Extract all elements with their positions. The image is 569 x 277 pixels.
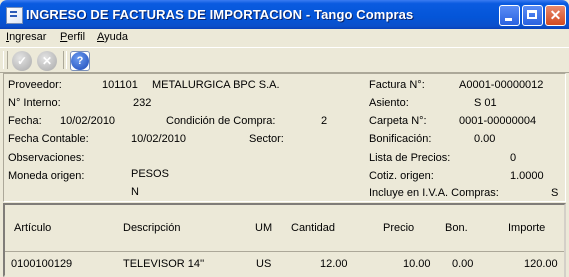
proveedor-codigo[interactable]: 101101 <box>102 79 138 91</box>
help-icon: ? <box>71 52 89 70</box>
cell-precio[interactable]: 10.00 <box>403 258 431 270</box>
maximize-button[interactable] <box>522 5 543 26</box>
menu-bar: Ingresar Perfil Ayuda <box>0 29 569 47</box>
cell-um[interactable]: US <box>256 258 271 270</box>
interno-label: N° Interno: <box>8 97 61 109</box>
help-button[interactable]: ? <box>70 51 90 71</box>
lista-precios-label: Lista de Precios: <box>369 152 451 164</box>
carpeta-value[interactable]: 0001-00000004 <box>459 115 536 127</box>
carpeta-label: Carpeta N°: <box>369 115 427 127</box>
factura-value[interactable]: A0001-00000012 <box>459 79 543 91</box>
ok-button[interactable]: ✓ <box>12 51 32 71</box>
check-icon: ✓ <box>16 54 28 68</box>
menu-ayuda[interactable]: Ayuda <box>97 31 128 43</box>
toolbar-separator <box>63 51 67 69</box>
cell-importe[interactable]: 120.00 <box>524 258 558 270</box>
factura-label: Factura N°: <box>369 79 425 91</box>
minimize-button[interactable] <box>499 5 520 26</box>
asiento-value[interactable]: S 01 <box>474 97 497 109</box>
moneda-value[interactable]: PESOS <box>131 168 169 180</box>
cancel-button[interactable]: ✕ <box>37 51 57 71</box>
lista-precios-value[interactable]: 0 <box>510 152 516 164</box>
cell-articulo[interactable]: 0100100129 <box>11 258 72 270</box>
proveedor-label: Proveedor: <box>8 79 62 91</box>
fecha-contable-label: Fecha Contable: <box>8 133 89 145</box>
cell-descripcion[interactable]: TELEVISOR 14'' <box>123 258 204 270</box>
cotiz-value[interactable]: 1.0000 <box>510 170 544 182</box>
col-um[interactable]: UM <box>255 222 272 234</box>
proveedor-nombre: METALURGICA BPC S.A. <box>152 79 280 91</box>
fecha-contable-value[interactable]: 10/02/2010 <box>131 133 186 145</box>
condicion-value[interactable]: 2 <box>321 115 327 127</box>
iva-value[interactable]: S <box>551 187 558 199</box>
x-circle-icon: ✕ <box>41 54 53 68</box>
cotiz-label: Cotiz. origen: <box>369 170 434 182</box>
maximize-icon <box>527 10 537 19</box>
interno-value[interactable]: 232 <box>133 97 151 109</box>
iva-label: Incluye en I.V.A. Compras: <box>369 187 499 199</box>
cell-bon[interactable]: 0.00 <box>452 258 473 270</box>
window-title: INGRESO DE FACTURAS DE IMPORTACION - Tan… <box>26 7 414 22</box>
toolbar-grip <box>3 51 8 69</box>
sector-label: Sector: <box>249 133 284 145</box>
toolbar: ✓ ✕ ? <box>0 47 569 73</box>
moneda-value-2[interactable]: N <box>131 186 139 198</box>
moneda-label: Moneda origen: <box>8 170 85 182</box>
bonificacion-value[interactable]: 0.00 <box>474 133 495 145</box>
close-icon: ✕ <box>549 7 562 23</box>
bonificacion-label: Bonificación: <box>369 133 432 145</box>
close-button[interactable]: ✕ <box>545 5 566 26</box>
title-bar: INGRESO DE FACTURAS DE IMPORTACION - Tan… <box>0 0 569 29</box>
items-grid: Artículo Descripción UM Cantidad Precio … <box>3 203 566 277</box>
app-icon <box>6 7 23 24</box>
cell-cantidad[interactable]: 12.00 <box>320 258 348 270</box>
fecha-value[interactable]: 10/02/2010 <box>60 115 115 127</box>
menu-ingresar[interactable]: Ingresar <box>6 31 46 43</box>
condicion-label: Condición de Compra: <box>166 115 276 127</box>
col-bon[interactable]: Bon. <box>445 222 468 234</box>
table-row[interactable]: 0100100129 TELEVISOR 14'' US 12.00 10.00… <box>5 252 564 277</box>
col-precio[interactable]: Precio <box>383 222 414 234</box>
menu-perfil[interactable]: Perfil <box>60 31 85 43</box>
col-importe[interactable]: Importe <box>508 222 545 234</box>
col-cantidad[interactable]: Cantidad <box>291 222 335 234</box>
col-articulo[interactable]: Artículo <box>14 222 51 234</box>
fecha-label: Fecha: <box>8 115 42 127</box>
grid-header: Artículo Descripción UM Cantidad Precio … <box>5 205 564 252</box>
invoice-header-panel: Proveedor: 101101 METALURGICA BPC S.A. N… <box>3 73 566 202</box>
col-descripcion[interactable]: Descripción <box>123 222 180 234</box>
minimize-icon <box>505 18 512 21</box>
asiento-label: Asiento: <box>369 97 409 109</box>
observaciones-label: Observaciones: <box>8 152 85 164</box>
